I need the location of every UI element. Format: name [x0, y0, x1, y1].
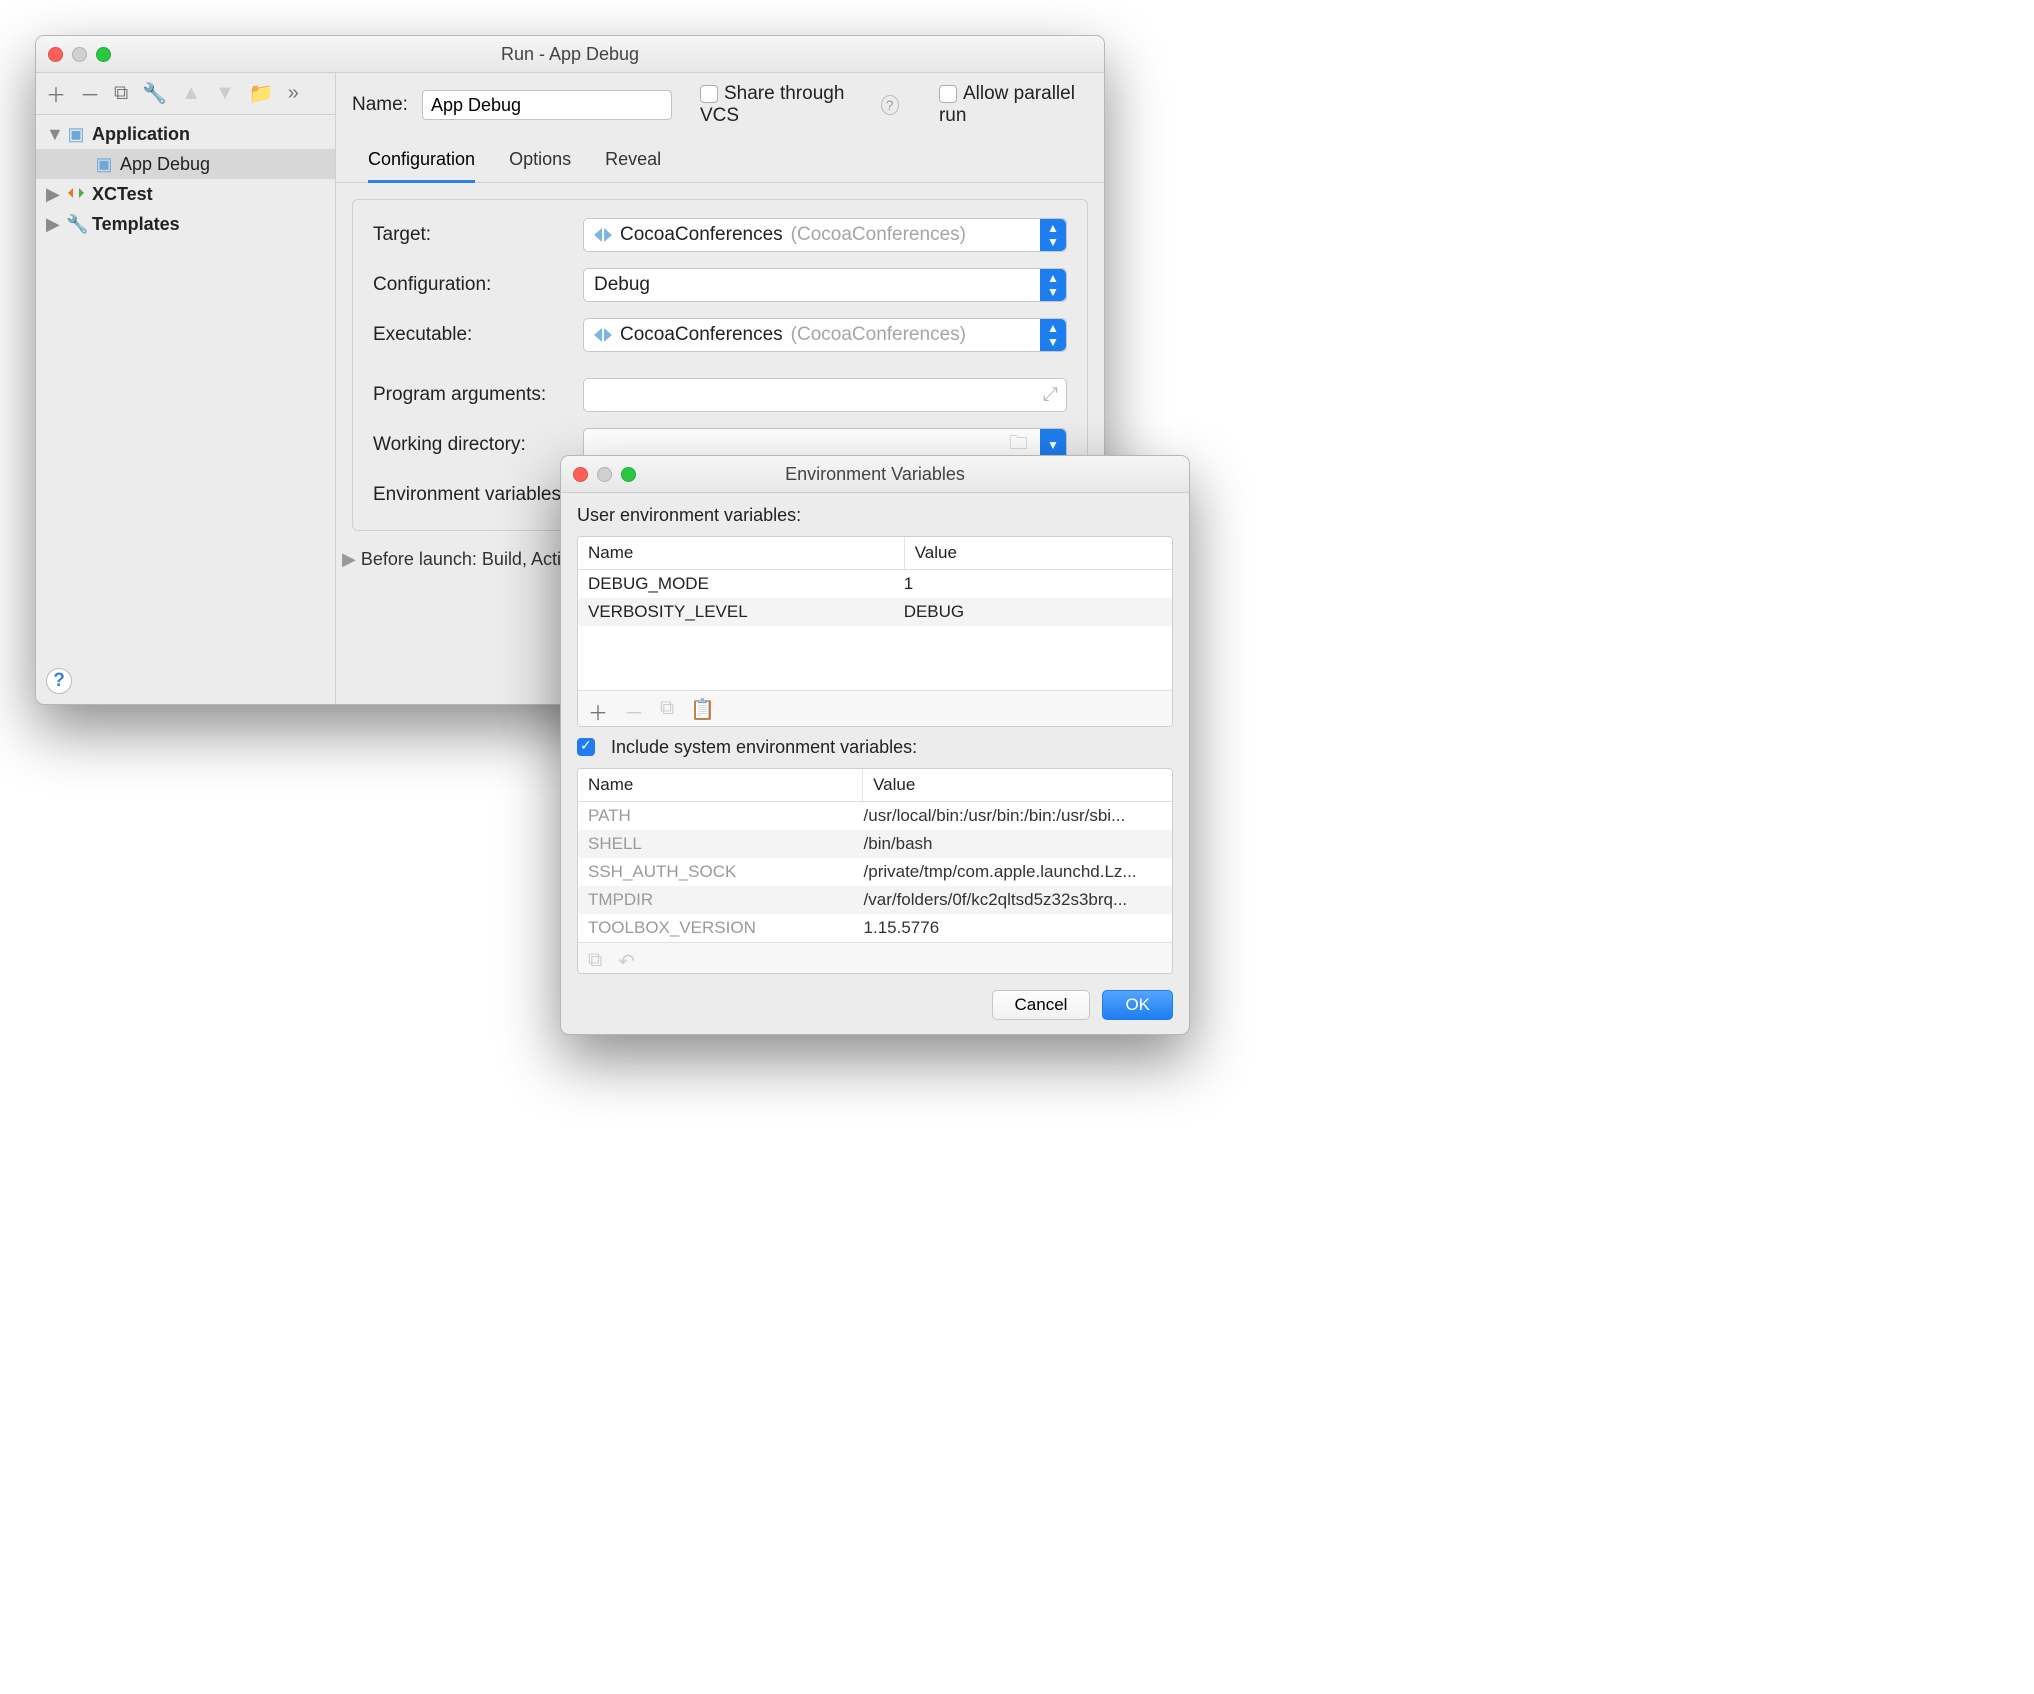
share-vcs-checkbox[interactable]: Share through VCS: [700, 83, 867, 127]
config-tree: ▼▣Application▣App Debug▶XCTest▶🔧Template…: [36, 115, 335, 239]
tab-bar: Configuration Options Reveal: [336, 127, 1104, 183]
tree-item-templates[interactable]: ▶🔧Templates: [36, 209, 335, 239]
minimize-icon[interactable]: [72, 47, 87, 62]
allow-parallel-checkbox[interactable]: Allow parallel run: [939, 83, 1088, 127]
env-vars-window: Environment Variables User environment v…: [560, 455, 1190, 1035]
copy-icon[interactable]: ⧉: [660, 697, 674, 726]
appcode-icon: [594, 328, 612, 342]
args-label: Program arguments:: [373, 384, 583, 406]
args-input[interactable]: ⤢: [583, 378, 1067, 412]
user-vars-table: Name Value DEBUG_MODE1VERBOSITY_LEVELDEB…: [577, 536, 1173, 727]
tab-configuration[interactable]: Configuration: [368, 149, 475, 183]
copy-icon[interactable]: ⧉: [114, 82, 128, 105]
include-system-checkbox[interactable]: [577, 738, 595, 756]
expand-icon[interactable]: ⤢: [1043, 384, 1058, 406]
close-icon[interactable]: [573, 467, 588, 482]
app-icon: ▣: [94, 154, 114, 175]
xctest-icon: [66, 184, 86, 205]
name-label: Name:: [352, 94, 408, 116]
table-row[interactable]: VERBOSITY_LEVELDEBUG: [578, 598, 1172, 626]
table-row[interactable]: TOOLBOX_VERSION1.15.5776: [578, 914, 1172, 942]
env-label: Environment variables:: [373, 484, 583, 506]
tree-item-application[interactable]: ▼▣Application: [36, 119, 335, 149]
tab-reveal[interactable]: Reveal: [605, 149, 661, 183]
chevron-updown-icon[interactable]: ▲▼: [1040, 319, 1066, 351]
close-icon[interactable]: [48, 47, 63, 62]
exec-combo[interactable]: CocoaConferences (CocoaConferences) ▲▼: [583, 318, 1067, 352]
chevron-updown-icon[interactable]: ▲▼: [1040, 269, 1066, 301]
help-button[interactable]: ?: [46, 668, 72, 694]
more-icon[interactable]: »: [288, 82, 299, 105]
col-name[interactable]: Name: [578, 769, 863, 801]
cancel-button[interactable]: Cancel: [992, 990, 1091, 1020]
add-icon[interactable]: ＋: [588, 697, 608, 726]
window-title: Environment Variables: [561, 464, 1189, 485]
sidebar-toolbar: ＋ － ⧉ 🔧 ▲ ▼ 📁 »: [36, 73, 335, 115]
col-value[interactable]: Value: [863, 769, 1172, 801]
exec-label: Executable:: [373, 324, 583, 346]
add-icon[interactable]: ＋: [46, 79, 66, 108]
tree-item-app-debug[interactable]: ▣App Debug: [36, 149, 335, 179]
wrench-icon[interactable]: 🔧: [142, 81, 167, 106]
appcode-icon: [594, 228, 612, 242]
col-value[interactable]: Value: [905, 537, 1172, 569]
maximize-icon[interactable]: [96, 47, 111, 62]
wrench-icon: 🔧: [66, 214, 86, 235]
tree-item-xctest[interactable]: ▶XCTest: [36, 179, 335, 209]
copy-icon[interactable]: ⧉: [588, 949, 602, 974]
env-titlebar: Environment Variables: [561, 456, 1189, 493]
table-row[interactable]: PATH/usr/local/bin:/usr/bin:/bin:/usr/sb…: [578, 802, 1172, 830]
share-help-icon[interactable]: ?: [881, 95, 899, 115]
name-input[interactable]: [422, 90, 672, 120]
tab-options[interactable]: Options: [509, 149, 571, 183]
remove-icon[interactable]: －: [80, 79, 100, 108]
table-row[interactable]: DEBUG_MODE1: [578, 570, 1172, 598]
paste-icon[interactable]: 📋: [690, 697, 715, 726]
sidebar: ＋ － ⧉ 🔧 ▲ ▼ 📁 » ▼▣Application▣App Debug▶…: [36, 73, 336, 704]
folder-icon[interactable]: 📁: [249, 81, 274, 106]
down-icon[interactable]: ▼: [215, 82, 235, 105]
col-name[interactable]: Name: [578, 537, 905, 569]
target-label: Target:: [373, 224, 583, 246]
wd-label: Working directory:: [373, 434, 583, 456]
main-titlebar: Run - App Debug: [36, 36, 1104, 73]
window-title: Run - App Debug: [36, 44, 1104, 65]
up-icon[interactable]: ▲: [181, 82, 201, 105]
table-row[interactable]: SHELL/bin/bash: [578, 830, 1172, 858]
table-row[interactable]: SSH_AUTH_SOCK/private/tmp/com.apple.laun…: [578, 858, 1172, 886]
config-combo[interactable]: Debug ▲▼: [583, 268, 1067, 302]
target-combo[interactable]: CocoaConferences (CocoaConferences) ▲▼: [583, 218, 1067, 252]
revert-icon[interactable]: ↶: [618, 949, 635, 974]
ok-button[interactable]: OK: [1102, 990, 1173, 1020]
system-vars-table: Name Value PATH/usr/local/bin:/usr/bin:/…: [577, 768, 1173, 974]
user-vars-label: User environment variables:: [577, 505, 1173, 526]
config-label: Configuration:: [373, 274, 583, 296]
remove-icon[interactable]: －: [624, 697, 644, 726]
include-system-label: Include system environment variables:: [611, 737, 917, 758]
chevron-updown-icon[interactable]: ▲▼: [1040, 219, 1066, 251]
minimize-icon[interactable]: [597, 467, 612, 482]
table-row[interactable]: TMPDIR/var/folders/0f/kc2qltsd5z32s3brq.…: [578, 886, 1172, 914]
app-icon: ▣: [66, 124, 86, 145]
maximize-icon[interactable]: [621, 467, 636, 482]
